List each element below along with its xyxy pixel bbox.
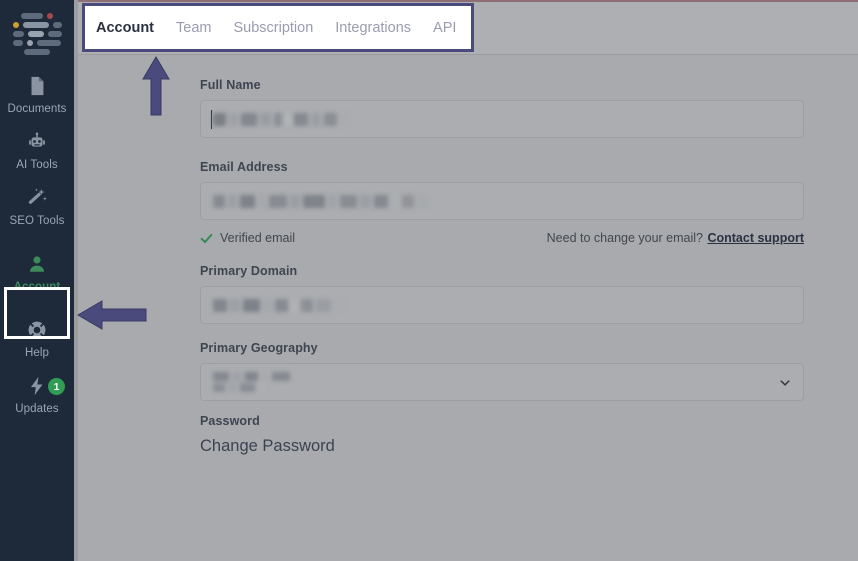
text-caret — [211, 110, 212, 129]
verified-email-status: Verified email — [200, 231, 295, 245]
tab-bar: Account Team Subscription Integrations A… — [85, 6, 471, 49]
change-password-link[interactable]: Change Password — [200, 437, 804, 456]
full-name-input[interactable] — [200, 100, 804, 138]
field-email-address: Email Address Verified email Need to cha… — [200, 160, 804, 247]
account-form: Full Name Email Address Verified email N… — [200, 78, 804, 456]
robot-icon — [26, 131, 48, 153]
sidebar-edge — [74, 0, 78, 561]
sidebar-item-help[interactable]: Help — [0, 310, 74, 366]
sidebar-item-documents[interactable]: Documents — [0, 66, 74, 122]
sidebar: Documents AI Tools SEO Tools Account Hel… — [0, 0, 74, 561]
password-label: Password — [200, 414, 260, 428]
document-icon — [26, 75, 48, 97]
tab-subscription[interactable]: Subscription — [233, 20, 313, 36]
field-password: Password Change Password — [200, 414, 804, 456]
email-input[interactable] — [200, 182, 804, 220]
verified-email-text: Verified email — [220, 231, 296, 245]
primary-geography-select[interactable] — [200, 363, 804, 401]
field-primary-domain: Primary Domain — [200, 264, 804, 324]
lightning-bolt-icon — [26, 375, 48, 397]
tab-api[interactable]: API — [433, 20, 456, 36]
sidebar-item-seo-tools[interactable]: SEO Tools — [0, 178, 74, 234]
primary-geography-label: Primary Geography — [200, 341, 318, 355]
sidebar-item-label: Account — [13, 281, 61, 293]
arrow-to-tabbar — [136, 55, 176, 122]
sidebar-item-label: AI Tools — [16, 159, 58, 171]
field-primary-geography: Primary Geography — [200, 341, 804, 401]
arrow-to-account-nav — [76, 296, 148, 339]
field-full-name: Full Name — [200, 78, 804, 138]
primary-domain-label: Primary Domain — [200, 264, 298, 278]
primary-domain-input[interactable] — [200, 286, 804, 324]
tab-team[interactable]: Team — [176, 20, 211, 36]
sidebar-item-label: Updates — [15, 403, 59, 415]
email-change-help: Need to change your email? Contact suppo… — [547, 229, 804, 247]
highlight-box-tabbar: Account Team Subscription Integrations A… — [82, 3, 474, 52]
full-name-label: Full Name — [200, 78, 261, 92]
redacted-value — [213, 194, 427, 208]
app-logo[interactable] — [8, 13, 66, 55]
sidebar-item-updates[interactable]: 1 Updates — [0, 366, 74, 422]
sidebar-item-label: Documents — [7, 103, 67, 115]
magic-wand-icon — [26, 187, 48, 209]
lifebuoy-icon — [26, 319, 48, 341]
need-change-text: Need to change your email? — [546, 231, 704, 245]
tab-account[interactable]: Account — [96, 20, 154, 36]
chevron-down-icon — [779, 376, 791, 388]
sidebar-item-label: SEO Tools — [9, 215, 65, 227]
sidebar-item-label: Help — [24, 347, 50, 359]
redacted-value — [213, 112, 347, 126]
redacted-value — [213, 298, 342, 312]
check-icon — [200, 232, 213, 245]
email-meta-row: Verified email Need to change your email… — [200, 229, 804, 247]
person-icon — [26, 253, 48, 275]
app-root: Documents AI Tools SEO Tools Account Hel… — [0, 0, 858, 561]
updates-badge: 1 — [48, 378, 65, 395]
contact-support-link[interactable]: Contact support — [707, 231, 804, 245]
email-label: Email Address — [200, 160, 288, 174]
sidebar-item-ai-tools[interactable]: AI Tools — [0, 122, 74, 178]
tab-integrations[interactable]: Integrations — [335, 20, 411, 36]
redacted-value — [213, 372, 290, 392]
sidebar-item-account[interactable]: Account — [0, 244, 74, 300]
